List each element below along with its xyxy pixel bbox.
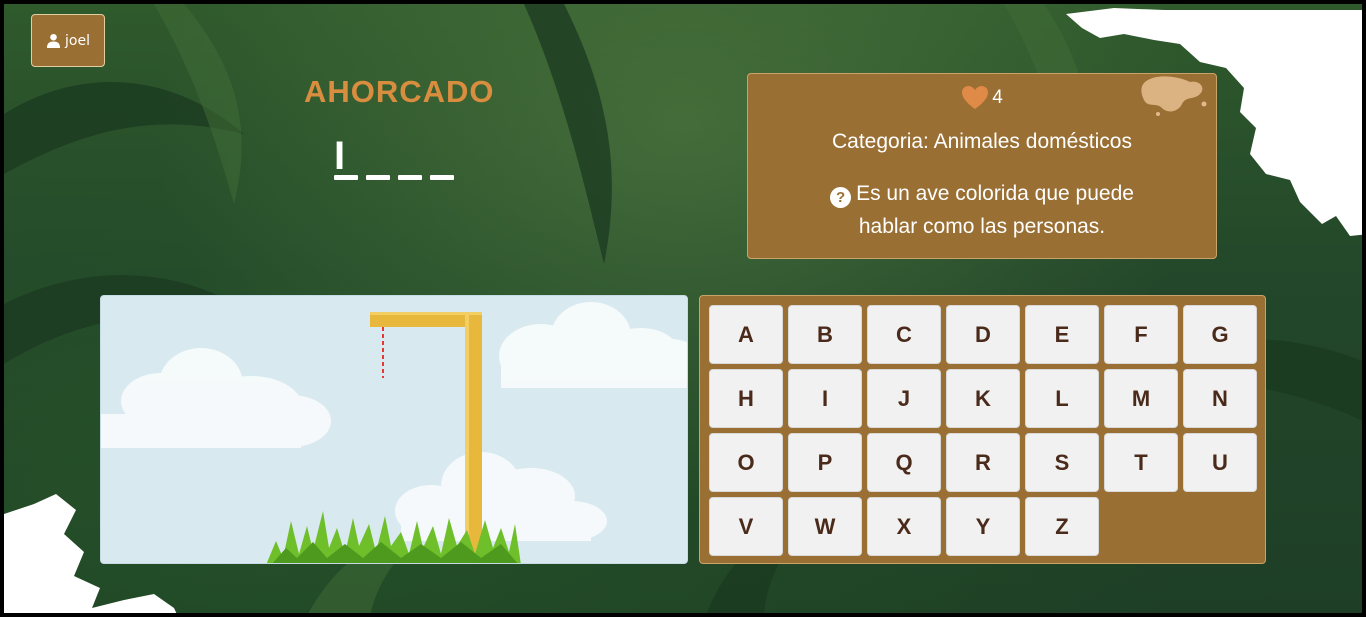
key-v[interactable]: V <box>709 497 783 556</box>
key-g[interactable]: G <box>1183 305 1257 364</box>
key-k[interactable]: K <box>946 369 1020 428</box>
key-f[interactable]: F <box>1104 305 1178 364</box>
word-slots: I <box>334 136 454 180</box>
key-m[interactable]: M <box>1104 369 1178 428</box>
info-panel: 4 Categoria: Animales domésticos ? Es un … <box>747 73 1217 259</box>
letter-keyboard: A B C D E F G H I J K L M N O P Q R S T … <box>699 295 1266 564</box>
key-z[interactable]: Z <box>1025 497 1099 556</box>
cloud <box>499 302 687 388</box>
key-j[interactable]: J <box>867 369 941 428</box>
key-r[interactable]: R <box>946 433 1020 492</box>
key-i[interactable]: I <box>788 369 862 428</box>
word-slot <box>366 136 390 180</box>
key-l[interactable]: L <box>1025 369 1099 428</box>
hint-text: Es un ave colorida que puede hablar como… <box>856 182 1134 238</box>
lives-value: 4 <box>992 86 1003 108</box>
question-circle-icon: ? <box>830 187 852 208</box>
key-q[interactable]: Q <box>867 433 941 492</box>
hangman-drawing <box>101 302 687 563</box>
game-title: AHORCADO <box>304 74 495 109</box>
word-slot: I <box>334 136 358 180</box>
key-e[interactable]: E <box>1025 305 1099 364</box>
lives-counter: 4 <box>748 85 1216 110</box>
key-p[interactable]: P <box>788 433 862 492</box>
user-name: joel <box>65 32 90 49</box>
key-x[interactable]: X <box>867 497 941 556</box>
key-a[interactable]: A <box>709 305 783 364</box>
category-label: Categoria: Animales domésticos <box>832 130 1132 153</box>
key-h[interactable]: H <box>709 369 783 428</box>
word-slot <box>430 136 454 180</box>
key-s[interactable]: S <box>1025 433 1099 492</box>
game-screen: joel AHORCADO I 4 Categoria: Animales do… <box>0 0 1366 617</box>
key-w[interactable]: W <box>788 497 862 556</box>
key-b[interactable]: B <box>788 305 862 364</box>
word-slot <box>398 136 422 180</box>
hint-text-block: ? Es un ave colorida que puede hablar com… <box>808 177 1156 243</box>
heart-icon <box>962 86 989 109</box>
key-o[interactable]: O <box>709 433 783 492</box>
cloud <box>395 452 607 541</box>
key-u[interactable]: U <box>1183 433 1257 492</box>
key-c[interactable]: C <box>867 305 941 364</box>
key-d[interactable]: D <box>946 305 1020 364</box>
hangman-scene <box>100 295 688 564</box>
cloud <box>101 348 331 448</box>
key-n[interactable]: N <box>1183 369 1257 428</box>
user-icon <box>46 33 61 48</box>
key-t[interactable]: T <box>1104 433 1178 492</box>
key-y[interactable]: Y <box>946 497 1020 556</box>
user-button[interactable]: joel <box>31 14 105 67</box>
